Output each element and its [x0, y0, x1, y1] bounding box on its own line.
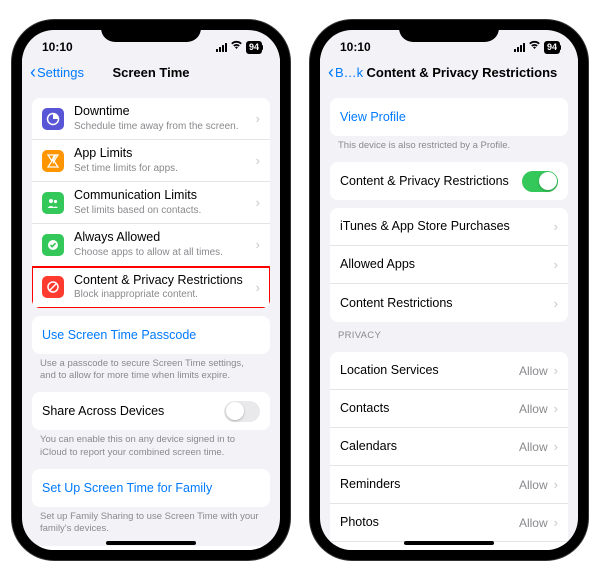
app-limits-icon	[42, 150, 64, 172]
home-indicator[interactable]	[404, 541, 494, 545]
row-downtime[interactable]: DowntimeSchedule time away from the scre…	[32, 98, 270, 140]
turn-off-section: Turn Off Screen Time	[32, 546, 270, 550]
chevron-left-icon: ‹	[30, 63, 36, 81]
home-indicator[interactable]	[106, 541, 196, 545]
phone-right: 10:10 94 ‹ B…k Content & Privacy Restric…	[310, 20, 588, 560]
share-toggle[interactable]	[224, 401, 260, 422]
nav-bar: ‹ B…k Content & Privacy Restrictions	[320, 58, 578, 90]
screen-right: 10:10 94 ‹ B…k Content & Privacy Restric…	[320, 30, 578, 550]
row-privacy-item[interactable]: PhotosAllow›	[330, 504, 568, 542]
chevron-right-icon: ›	[554, 257, 558, 272]
page-title: Content & Privacy Restrictions	[367, 65, 558, 80]
row-communication-limits[interactable]: Communication LimitsSet limits based on …	[32, 182, 270, 224]
status-time: 10:10	[42, 40, 73, 54]
restrictions-section: DowntimeSchedule time away from the scre…	[32, 98, 270, 308]
notch	[101, 20, 201, 42]
always-allowed-icon	[42, 234, 64, 256]
page-title: Screen Time	[112, 65, 189, 80]
signal-icon	[514, 43, 525, 52]
family-link[interactable]: Set Up Screen Time for Family	[32, 469, 270, 507]
back-button[interactable]: ‹ B…k	[328, 63, 363, 81]
row-allowed-apps[interactable]: Allowed Apps ›	[330, 246, 568, 284]
wifi-icon	[230, 40, 243, 53]
toggle-section: Content & Privacy Restrictions	[330, 162, 568, 200]
status-indicators: 94	[216, 41, 262, 54]
back-label: B…k	[335, 65, 363, 80]
chevron-right-icon: ›	[554, 401, 558, 416]
row-privacy-item[interactable]: ContactsAllow›	[330, 390, 568, 428]
downtime-icon	[42, 108, 64, 130]
chevron-right-icon: ›	[554, 296, 558, 311]
profile-section: View Profile	[330, 98, 568, 136]
communication-limits-icon	[42, 192, 64, 214]
back-button[interactable]: ‹ Settings	[30, 63, 84, 81]
restrictions-toggle[interactable]	[522, 171, 558, 192]
row-privacy-item[interactable]: CalendarsAllow›	[330, 428, 568, 466]
battery-icon: 94	[246, 41, 262, 54]
profile-note: This device is also restricted by a Prof…	[320, 136, 578, 154]
share-note: You can enable this on any device signed…	[22, 430, 280, 461]
privacy-header: Privacy	[320, 322, 578, 344]
signal-icon	[216, 43, 227, 52]
status-indicators: 94	[514, 41, 560, 54]
battery-icon: 94	[544, 41, 560, 54]
use-passcode-link[interactable]: Use Screen Time Passcode	[32, 316, 270, 354]
notch	[399, 20, 499, 42]
row-itunes-purchases[interactable]: iTunes & App Store Purchases ›	[330, 208, 568, 246]
back-label: Settings	[37, 65, 84, 80]
chevron-right-icon: ›	[554, 515, 558, 530]
chevron-right-icon: ›	[256, 153, 260, 168]
privacy-section: Location ServicesAllow›ContactsAllow›Cal…	[330, 352, 568, 550]
phone-left: 10:10 94 ‹ Settings Screen Time Downtime…	[12, 20, 290, 560]
row-always-allowed[interactable]: Always AllowedChoose apps to allow at al…	[32, 224, 270, 266]
status-time: 10:10	[340, 40, 371, 54]
chevron-right-icon: ›	[554, 363, 558, 378]
family-section: Set Up Screen Time for Family	[32, 469, 270, 507]
row-content-restrictions[interactable]: Content Restrictions ›	[330, 284, 568, 322]
row-content-privacy[interactable]: Content & Privacy RestrictionsBlock inap…	[32, 267, 270, 308]
passcode-section: Use Screen Time Passcode	[32, 316, 270, 354]
content-right[interactable]: View Profile This device is also restric…	[320, 90, 578, 550]
turn-off-link[interactable]: Turn Off Screen Time	[32, 546, 270, 550]
chevron-right-icon: ›	[554, 477, 558, 492]
view-profile-link[interactable]: View Profile	[330, 98, 568, 136]
chevron-right-icon: ›	[554, 219, 558, 234]
row-privacy-item[interactable]: Location ServicesAllow›	[330, 352, 568, 390]
passcode-note: Use a passcode to secure Screen Time set…	[22, 354, 280, 385]
row-app-limits[interactable]: App LimitsSet time limits for apps. ›	[32, 140, 270, 182]
chevron-right-icon: ›	[256, 195, 260, 210]
content-privacy-icon	[42, 276, 64, 298]
wifi-icon	[528, 40, 541, 53]
content-left[interactable]: DowntimeSchedule time away from the scre…	[22, 90, 280, 550]
row-privacy-item[interactable]: RemindersAllow›	[330, 466, 568, 504]
family-note: Set up Family Sharing to use Screen Time…	[22, 507, 280, 538]
chevron-right-icon: ›	[554, 439, 558, 454]
row-restrictions-toggle[interactable]: Content & Privacy Restrictions	[330, 162, 568, 200]
chevron-right-icon: ›	[256, 237, 260, 252]
screen-left: 10:10 94 ‹ Settings Screen Time Downtime…	[22, 30, 280, 550]
nav-bar: ‹ Settings Screen Time	[22, 58, 280, 90]
share-section: Share Across Devices	[32, 392, 270, 430]
chevron-right-icon: ›	[256, 280, 260, 295]
chevron-left-icon: ‹	[328, 63, 334, 81]
row-share-devices[interactable]: Share Across Devices	[32, 392, 270, 430]
store-section: iTunes & App Store Purchases › Allowed A…	[330, 208, 568, 322]
chevron-right-icon: ›	[256, 111, 260, 126]
